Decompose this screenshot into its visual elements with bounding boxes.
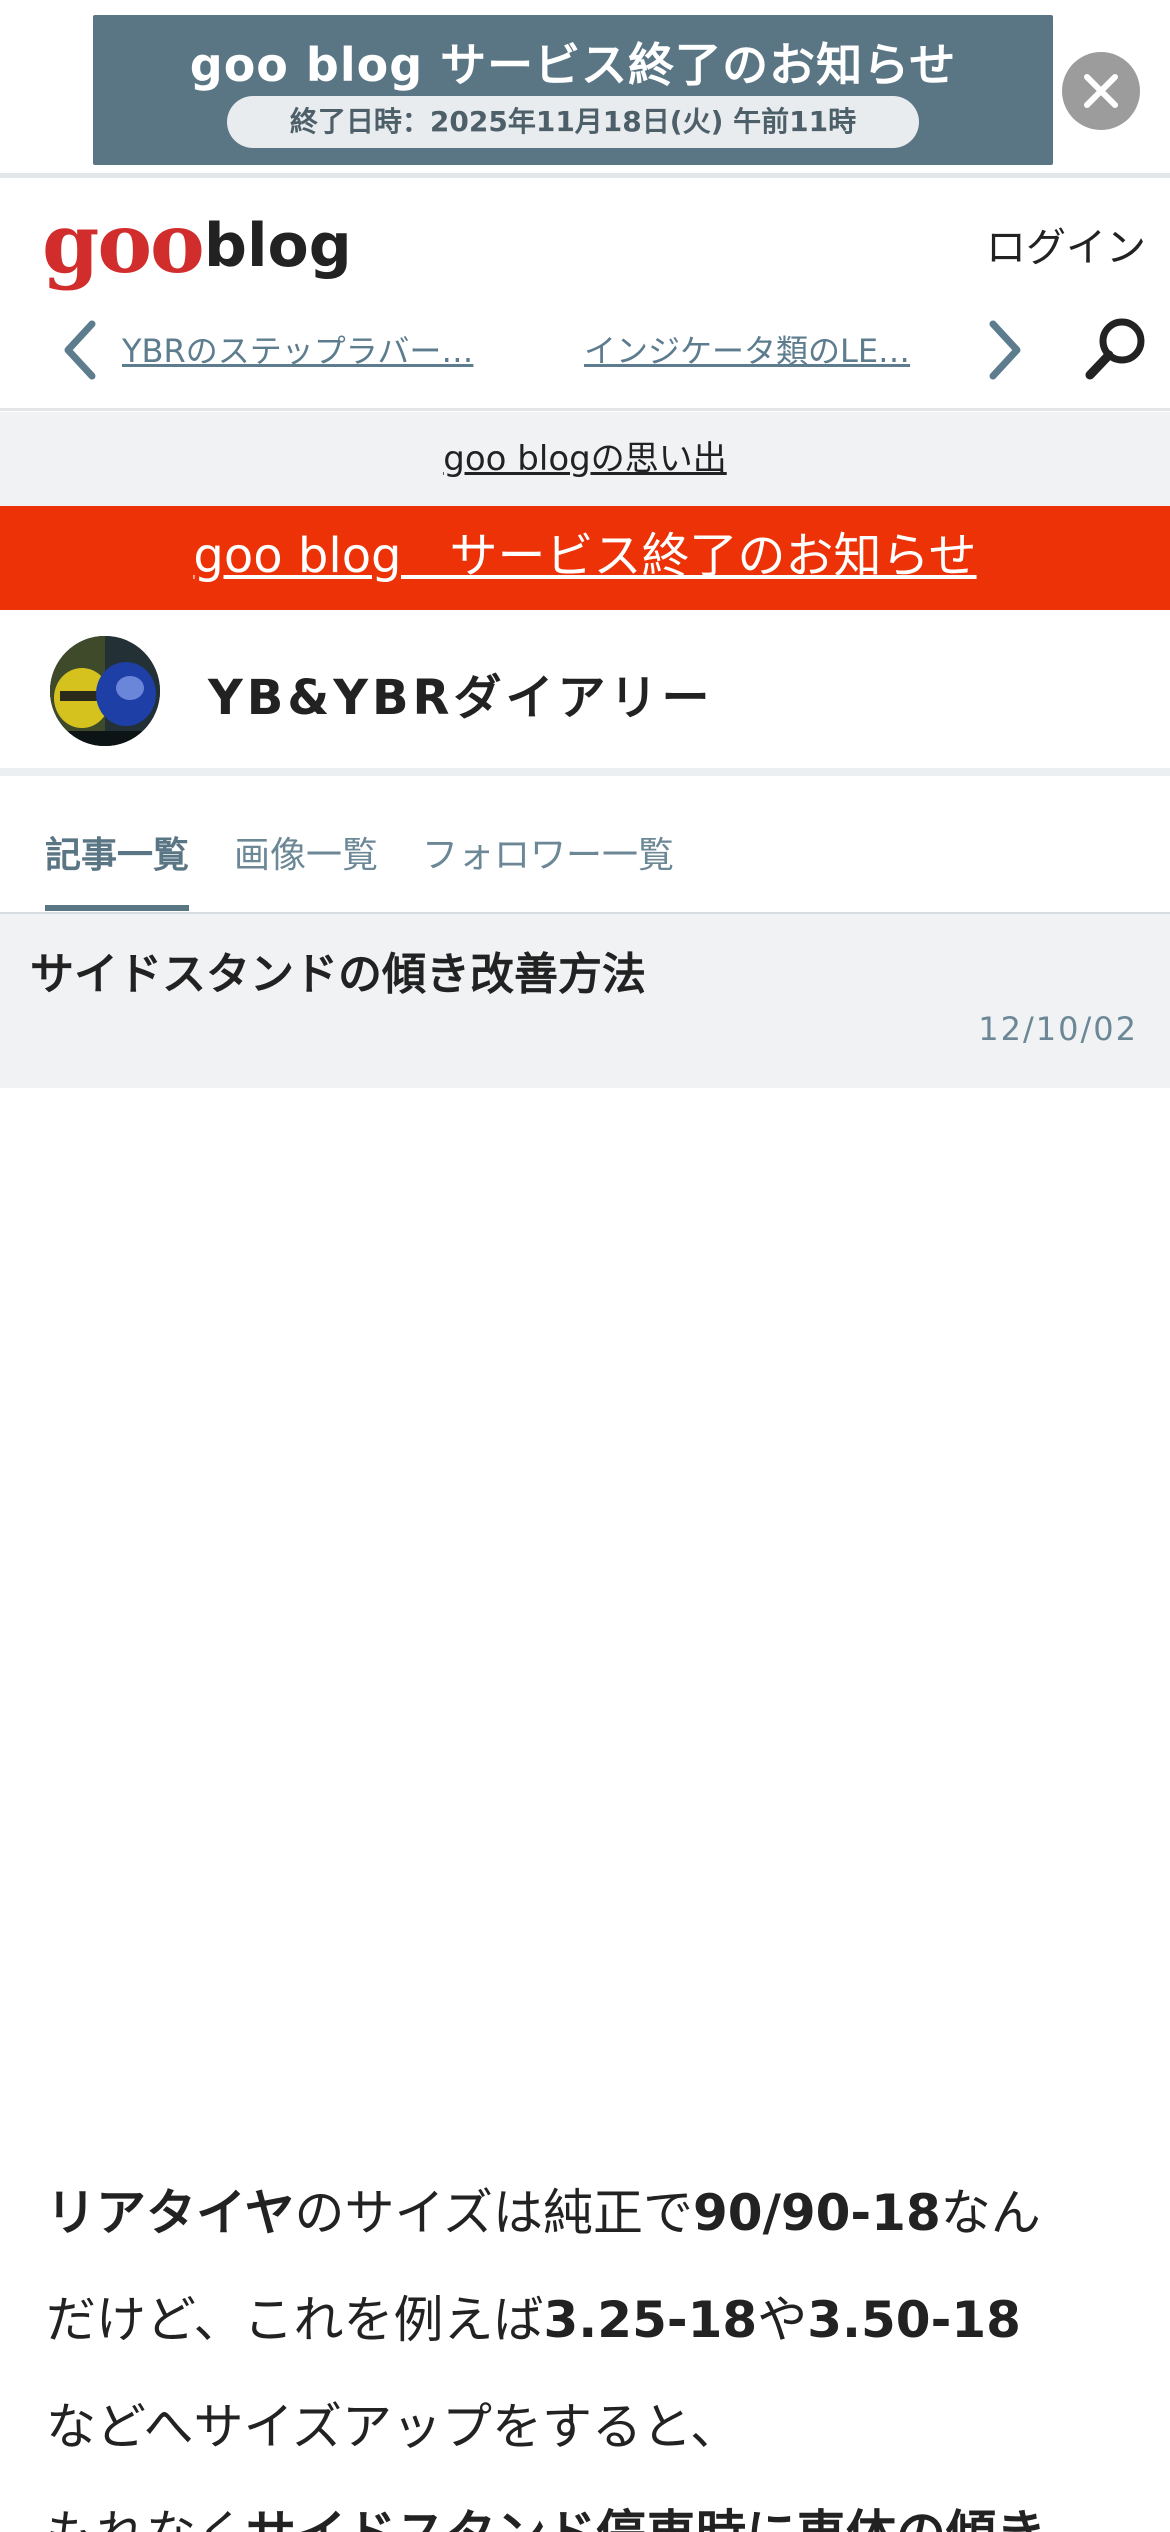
ad-title: goo blog サービス終了のお知らせ — [189, 38, 957, 92]
body-text: なん — [940, 2184, 1041, 2242]
tab-images[interactable]: 画像一覧 — [234, 826, 378, 878]
body-text: 3.50-18 — [807, 2291, 1021, 2349]
post-navigation: YBRのステップラバー… インジケータ類のLE… — [0, 308, 1170, 388]
body-text: 90/90-18 — [693, 2184, 941, 2242]
prev-post-link[interactable]: YBRのステップラバー… — [122, 326, 512, 372]
search-icon[interactable] — [1082, 313, 1152, 383]
avatar[interactable] — [50, 636, 160, 746]
body-line: だけど、これを例えば3.25-18や3.50-18 — [46, 2267, 1136, 2374]
body-text: のサイズは純正で — [294, 2184, 694, 2242]
ad-bar: goo blog サービス終了のお知らせ 終了日時：2025年11月18日(火)… — [0, 0, 1170, 178]
blog-tabs: 記事一覧 画像一覧 フォロワー一覧 — [0, 790, 1170, 914]
article-body: リアタイヤのサイズは純正で90/90-18なん だけど、これを例えば3.25-1… — [46, 2160, 1136, 2532]
article-header: サイドスタンドの傾き改善方法 12/10/02 — [0, 914, 1170, 1088]
blog-title[interactable]: YB&YBRダイアリー — [208, 658, 714, 728]
body-text: だけど、これを例えば — [46, 2291, 544, 2349]
logo-blog: blog — [204, 211, 352, 281]
body-line: もれなくサイドスタンド停車時に車体の傾き — [46, 2481, 1136, 2532]
body-text: リアタイヤ — [46, 2184, 295, 2242]
logo-goo: goo — [42, 196, 205, 292]
body-text: 3.25-18 — [543, 2291, 758, 2349]
body-text: サイドスタンド停車時に車体の傾き — [246, 2505, 1046, 2532]
article-title: サイドスタンドの傾き改善方法 — [30, 949, 646, 1000]
next-post-link[interactable]: インジケータ類のLE… — [584, 326, 954, 372]
active-tab-indicator — [45, 905, 189, 911]
service-end-notice: goo blog サービス終了のお知らせ — [0, 506, 1170, 610]
ad-subtitle: 終了日時：2025年11月18日(火) 午前11時 — [227, 96, 919, 148]
body-text: もれなく — [46, 2505, 246, 2532]
service-end-notice-link[interactable]: goo blog サービス終了のお知らせ — [193, 528, 976, 584]
login-link[interactable]: ログイン — [986, 215, 1146, 273]
chevron-right-icon[interactable] — [985, 320, 1025, 384]
site-header: goo blog ログイン YBRのステップラバー… インジケータ類のLE… — [0, 183, 1170, 411]
body-line: リアタイヤのサイズは純正で90/90-18なん — [46, 2160, 1136, 2267]
close-icon[interactable] — [1062, 52, 1140, 130]
chevron-left-icon[interactable] — [60, 320, 100, 384]
service-end-ad-banner[interactable]: goo blog サービス終了のお知らせ 終了日時：2025年11月18日(火)… — [93, 15, 1053, 165]
memories-link[interactable]: goo blogの思い出 — [443, 439, 726, 479]
ad-placeholder — [0, 1088, 1170, 2108]
body-text: などへサイズアップをすると、 — [46, 2398, 740, 2456]
body-line: などへサイズアップをすると、 — [46, 2374, 1136, 2481]
tab-followers[interactable]: フォロワー一覧 — [422, 826, 674, 878]
blog-header: YB&YBRダイアリー — [0, 610, 1170, 776]
tab-articles[interactable]: 記事一覧 — [45, 826, 189, 878]
body-text: や — [757, 2291, 808, 2349]
article-date: 12/10/02 — [978, 1010, 1138, 1048]
memories-bar: goo blogの思い出 — [0, 412, 1170, 506]
